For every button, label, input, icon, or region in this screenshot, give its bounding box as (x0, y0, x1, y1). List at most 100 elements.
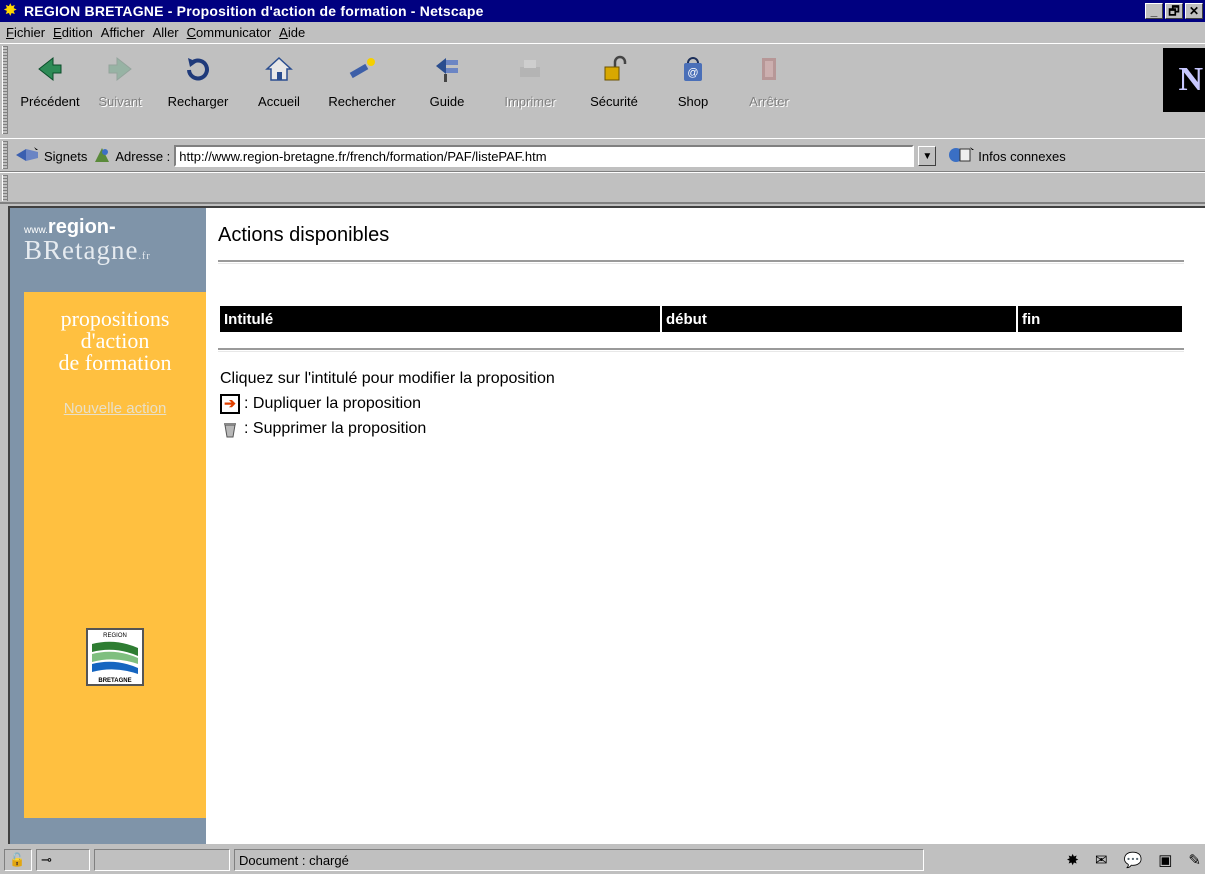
menu-afficher[interactable]: Afficher (99, 25, 151, 40)
stop-label: Arrêter (749, 94, 789, 109)
address-label: Adresse : (115, 148, 171, 164)
bookmarks-icon (14, 146, 40, 167)
section-panel: propositions d'action de formation Nouve… (24, 292, 206, 818)
guide-icon (430, 52, 464, 86)
trash-icon (220, 419, 240, 439)
toolbar-grip[interactable] (2, 46, 8, 134)
search-button[interactable]: Rechercher (316, 46, 408, 132)
forward-label: Suivant (98, 94, 142, 109)
window-controls: _ 🗗 ✕ (1145, 3, 1203, 19)
column-intitule: Intitulé (220, 306, 662, 332)
close-button[interactable]: ✕ (1185, 3, 1203, 19)
address-icon (93, 146, 111, 167)
navigation-toolbar: Précédent Suivant Recharger Accueil Rech… (0, 43, 1205, 137)
bookmarks-label: Signets (44, 148, 88, 164)
duplicate-icon: ➔ (220, 393, 240, 414)
related-links-button[interactable]: Infos connexes (948, 146, 1066, 167)
security-status-icon[interactable]: 🔓 (4, 849, 32, 871)
back-label: Précédent (20, 94, 80, 109)
title-divider (218, 260, 1184, 264)
padlock-icon (597, 52, 631, 86)
home-label: Accueil (258, 94, 300, 109)
stop-icon (752, 52, 786, 86)
personal-toolbar-grip[interactable] (2, 175, 8, 201)
home-button[interactable]: Accueil (242, 46, 316, 132)
maximize-button[interactable]: 🗗 (1165, 3, 1183, 19)
discussion-icon[interactable]: 💬 (1124, 851, 1143, 869)
page-title: Actions disponibles (218, 224, 390, 246)
url-input[interactable] (174, 145, 915, 167)
status-bar: 🔓 ⊸ Document : chargé ✸ ✉ 💬 ▣ ✎ (0, 846, 1205, 874)
new-action-link[interactable]: Nouvelle action (24, 400, 206, 417)
actions-table-header: Intitulé début fin (220, 306, 1182, 332)
forward-button[interactable]: Suivant (86, 46, 154, 132)
navigator-icon[interactable]: ✸ (1066, 851, 1079, 869)
search-icon (345, 52, 379, 86)
forward-arrow-icon (103, 52, 137, 86)
personal-toolbar (0, 172, 1205, 204)
delete-legend: : Supprimer la proposition (220, 416, 555, 441)
related-links-label: Infos connexes (978, 148, 1066, 164)
location-row: Signets Adresse : ▼ Infos connexes (14, 142, 1201, 170)
window-titlebar: ✸ REGION BRETAGNE - Proposition d'action… (0, 0, 1205, 22)
svg-text:REGION: REGION (103, 633, 127, 639)
shop-button[interactable]: @ Shop (654, 46, 732, 132)
shopping-bag-icon: @ (676, 52, 710, 86)
search-label: Rechercher (328, 94, 396, 109)
back-arrow-icon (33, 52, 67, 86)
address-group: Adresse : ▼ (93, 145, 937, 167)
sidebar: www.region- BRetagne.fr propositions d'a… (10, 208, 206, 844)
security-button[interactable]: Sécurité (574, 46, 654, 132)
location-grip[interactable] (2, 141, 8, 169)
delete-legend-text: : Supprimer la proposition (244, 420, 427, 437)
status-text: Document : chargé (234, 849, 924, 871)
netscape-throbber-logo[interactable]: N (1163, 48, 1205, 112)
reload-label: Recharger (167, 94, 229, 109)
main-content: Actions disponibles Intitulé début fin C… (216, 208, 1205, 844)
nav-buttons: Précédent Suivant Recharger Accueil Rech… (14, 46, 806, 134)
related-links-icon (948, 146, 975, 167)
shop-label: Shop (677, 94, 709, 109)
reload-icon (181, 52, 215, 86)
url-dropdown-button[interactable]: ▼ (918, 146, 937, 166)
print-button[interactable]: Imprimer (486, 46, 574, 132)
back-button[interactable]: Précédent (14, 46, 86, 132)
page-viewport: www.region- BRetagne.fr propositions d'a… (8, 206, 1205, 844)
svg-text:@: @ (687, 67, 698, 79)
menu-aller[interactable]: Aller (151, 25, 185, 40)
reload-button[interactable]: Recharger (154, 46, 242, 132)
menu-edition[interactable]: Edition (51, 25, 99, 40)
table-divider (218, 348, 1184, 352)
column-debut: début (662, 306, 1018, 332)
menu-aide[interactable]: Aide (277, 25, 311, 40)
edit-pen-icon[interactable]: ✎ (1188, 851, 1201, 869)
window-title: REGION BRETAGNE - Proposition d'action d… (24, 3, 484, 19)
section-title: propositions d'action de formation (58, 306, 172, 375)
guide-label: Guide (429, 94, 465, 109)
duplicate-legend: ➔ : Dupliquer la proposition (220, 391, 555, 416)
component-bar: ✸ ✉ 💬 ▣ ✎ (1066, 851, 1201, 869)
column-fin: fin (1022, 310, 1041, 328)
home-icon (262, 52, 296, 86)
help-text: Cliquez sur l'intitulé pour modifier la … (220, 370, 555, 387)
minimize-button[interactable]: _ (1145, 3, 1163, 19)
menu-bar: Fichier Edition Afficher Aller Communica… (0, 22, 1205, 42)
security-label: Sécurité (590, 94, 638, 109)
stop-button[interactable]: Arrêter (732, 46, 806, 132)
site-logo[interactable]: www.region- BRetagne.fr (24, 216, 151, 266)
print-label: Imprimer (504, 94, 556, 109)
menu-fichier[interactable]: Fichier (4, 25, 51, 40)
location-toolbar: Signets Adresse : ▼ Infos connexes (0, 138, 1205, 172)
mail-icon[interactable]: ✉ (1095, 851, 1108, 869)
netscape-app-icon[interactable]: ✸ (4, 3, 20, 19)
menu-communicator[interactable]: Communicator (185, 25, 278, 40)
composer-icon[interactable]: ▣ (1158, 851, 1172, 869)
help-block: Cliquez sur l'intitulé pour modifier la … (220, 366, 555, 441)
svg-text:BRETAGNE: BRETAGNE (98, 678, 131, 684)
region-emblem-logo[interactable]: REGION BRETAGNE (86, 628, 144, 686)
progress-bar (94, 849, 230, 871)
printer-icon (513, 52, 547, 86)
guide-button[interactable]: Guide (408, 46, 486, 132)
duplicate-legend-text: : Dupliquer la proposition (244, 395, 421, 412)
bookmarks-button[interactable]: Signets (14, 146, 87, 167)
